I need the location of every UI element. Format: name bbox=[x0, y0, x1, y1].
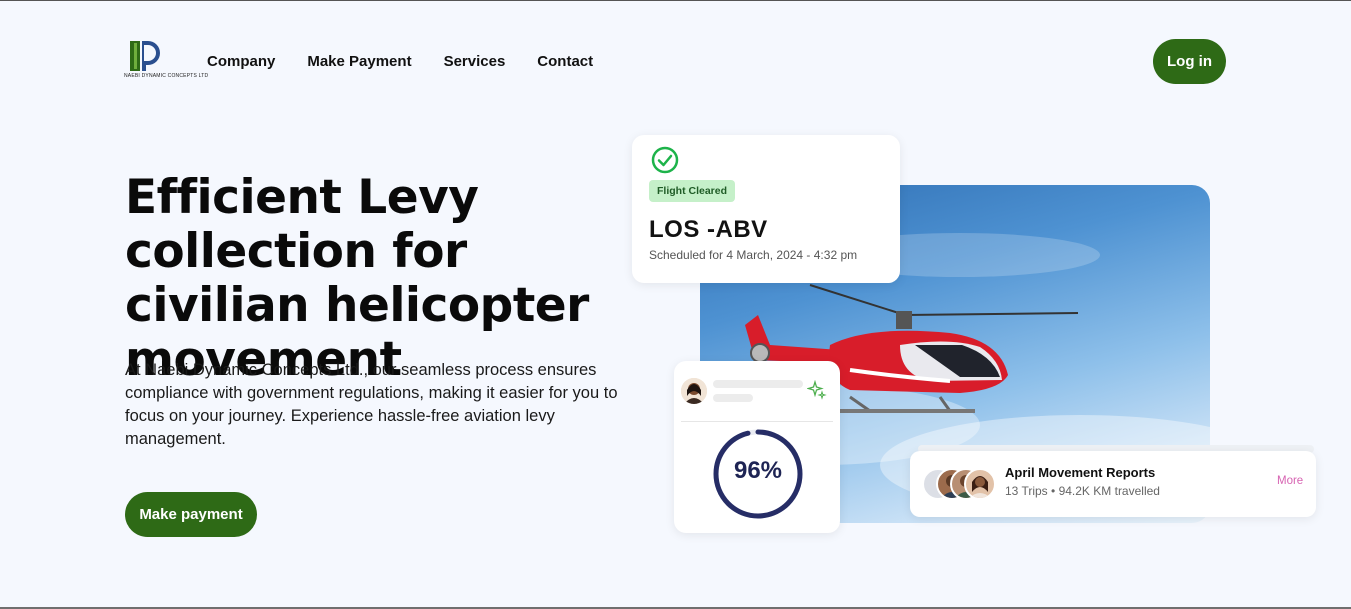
report-title: April Movement Reports bbox=[1005, 465, 1156, 480]
make-payment-button[interactable]: Make payment bbox=[125, 492, 257, 537]
login-button[interactable]: Log in bbox=[1153, 39, 1226, 84]
movement-report-card[interactable]: April Movement Reports 13 Trips • 94.2K … bbox=[910, 451, 1316, 517]
sparkle-icon bbox=[807, 380, 827, 400]
report-trips: 13 Trips bbox=[1005, 484, 1048, 498]
main-nav: Company Make Payment Services Contact bbox=[207, 53, 593, 70]
nav-services[interactable]: Services bbox=[444, 53, 506, 70]
placeholder-line bbox=[713, 380, 803, 388]
report-distance: 94.2K KM travelled bbox=[1058, 484, 1160, 498]
logo-wordmark: NAEBI DYNAMIC CONCEPTS LTD bbox=[124, 73, 209, 79]
flight-schedule: Scheduled for 4 March, 2024 - 4:32 pm bbox=[649, 248, 858, 262]
nav-contact[interactable]: Contact bbox=[537, 53, 593, 70]
hero-headline: Efficient Levy collection for civilian h… bbox=[125, 170, 589, 387]
placeholder-line bbox=[713, 394, 753, 402]
avatar bbox=[681, 378, 707, 404]
flight-route: LOS -ABV bbox=[649, 216, 768, 243]
separator-dot: • bbox=[1051, 484, 1059, 498]
hero-description: At Naebi Dynamic Concepts Ltd., our seam… bbox=[125, 361, 618, 448]
nav-make-payment[interactable]: Make Payment bbox=[307, 53, 411, 70]
flight-status-badge: Flight Cleared bbox=[649, 180, 736, 202]
report-meta: 13 Trips • 94.2K KM travelled bbox=[1005, 484, 1160, 498]
divider bbox=[681, 421, 833, 422]
avatar-group bbox=[922, 468, 1002, 500]
progress-card: 96% bbox=[674, 361, 840, 533]
logo-icon[interactable] bbox=[124, 39, 164, 87]
avatar bbox=[964, 468, 996, 500]
check-circle-icon bbox=[651, 146, 679, 174]
nav-company[interactable]: Company bbox=[207, 53, 275, 70]
flight-status-card: Flight Cleared LOS -ABV Scheduled for 4 … bbox=[632, 135, 900, 283]
progress-value: 96% bbox=[733, 457, 783, 484]
more-link[interactable]: More bbox=[1277, 475, 1303, 487]
